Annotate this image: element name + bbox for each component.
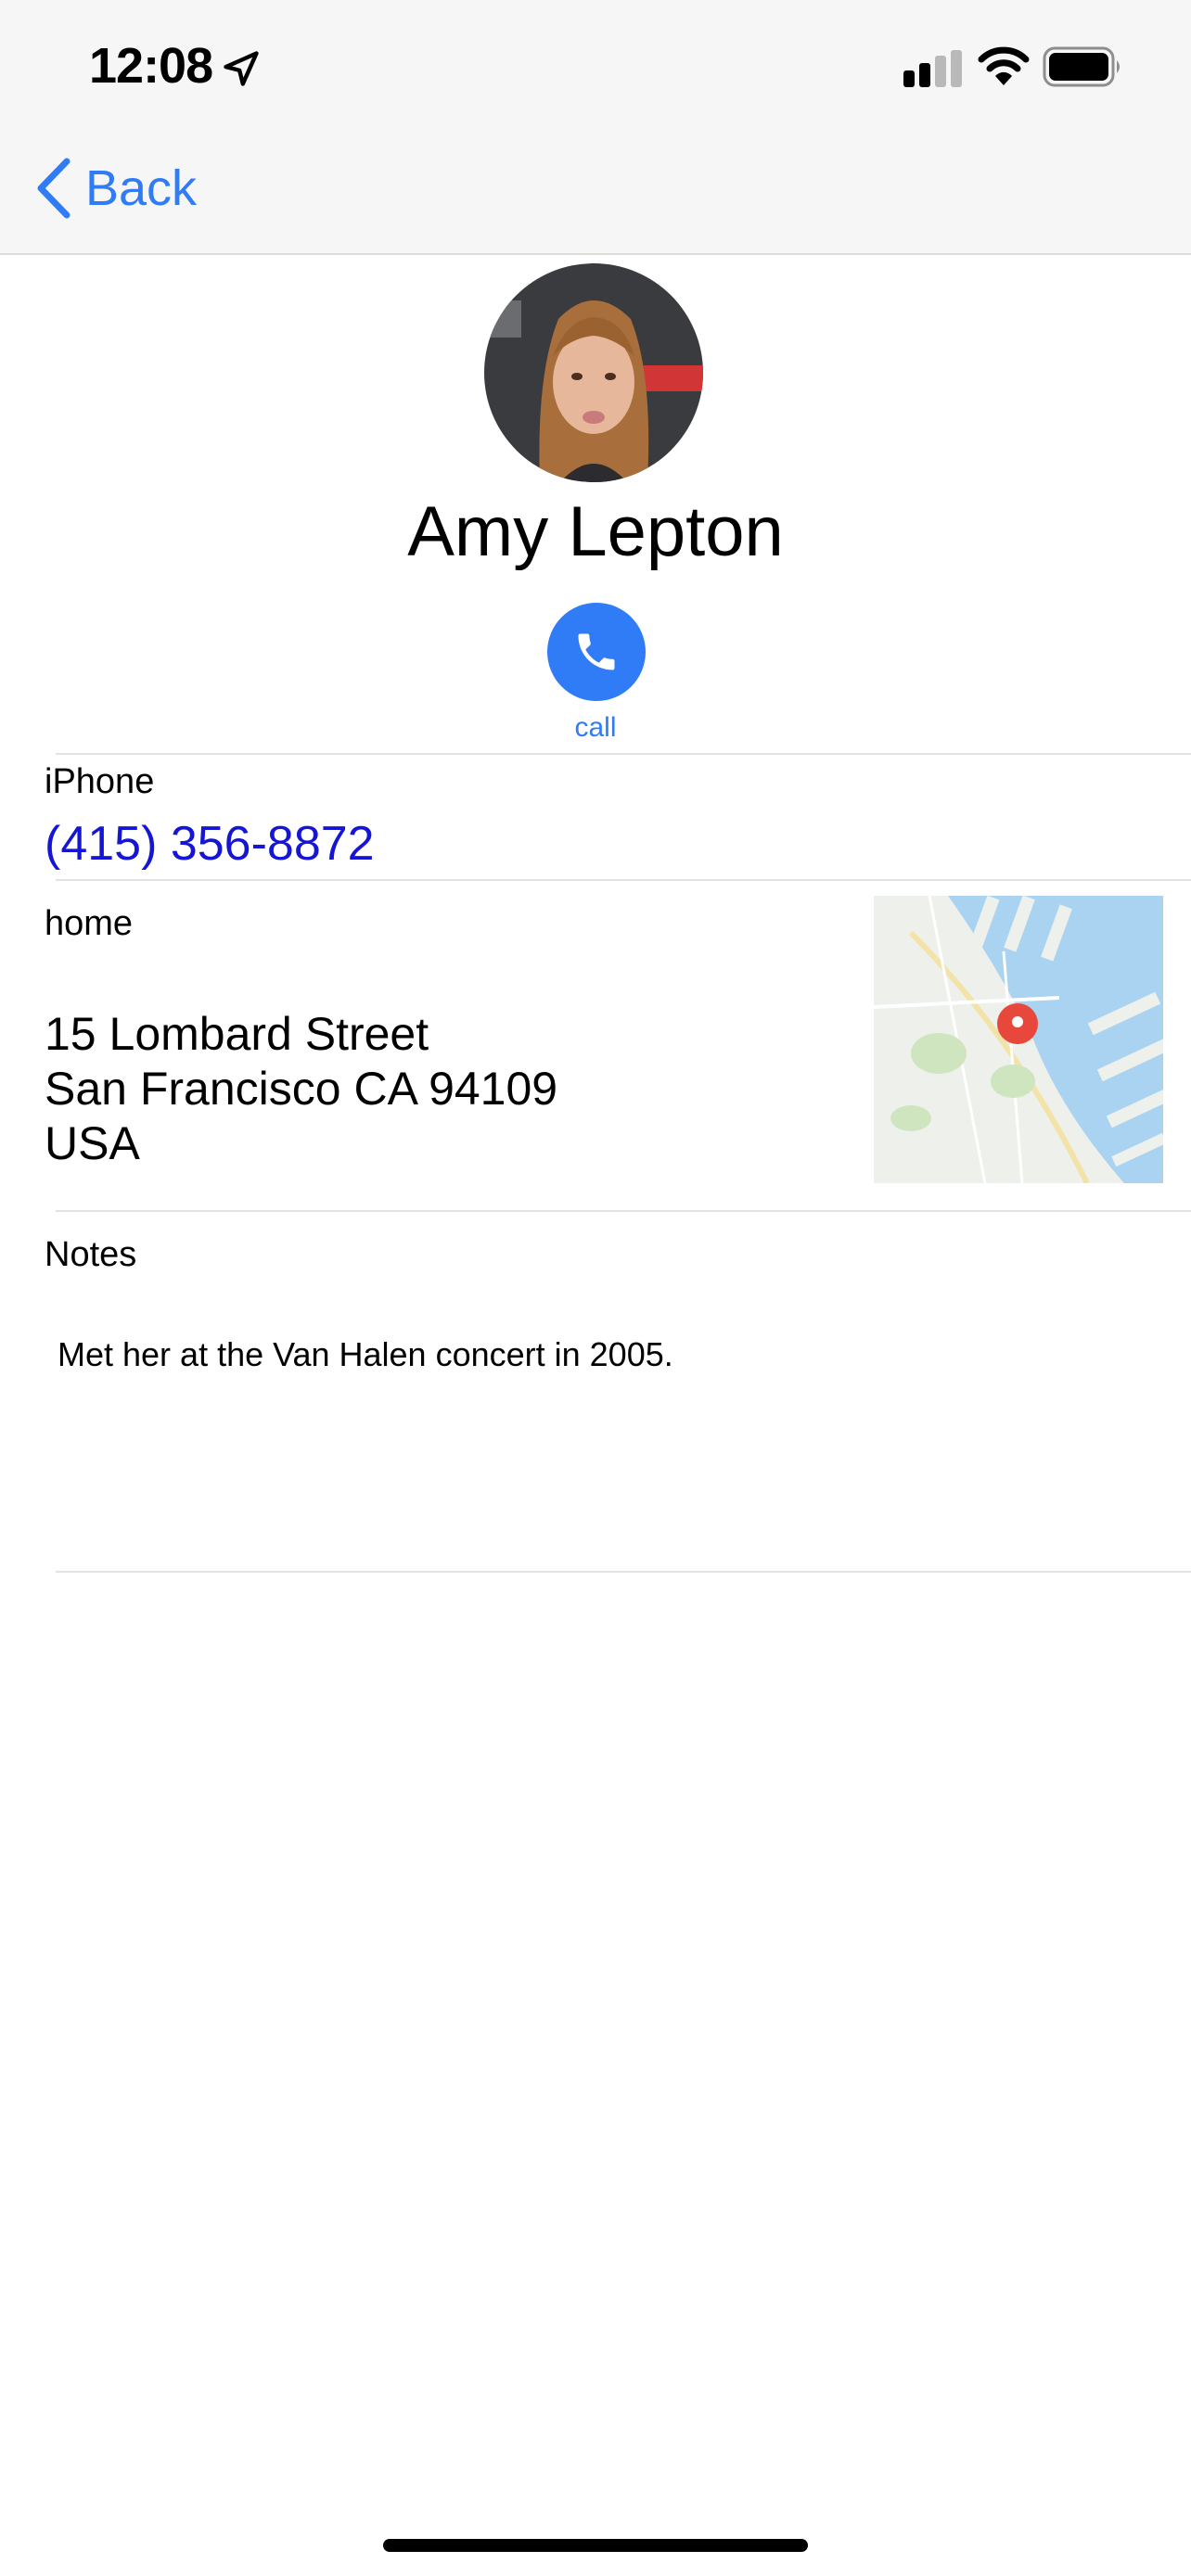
battery-icon bbox=[1043, 46, 1120, 87]
phone-type-label: iPhone bbox=[45, 762, 155, 801]
notes-text[interactable]: Met her at the Van Halen concert in 2005… bbox=[58, 1335, 673, 1374]
address-type-label: home bbox=[45, 904, 134, 943]
divider bbox=[56, 753, 1191, 755]
status-time: 12:08 bbox=[89, 38, 213, 94]
map-pin-icon bbox=[997, 1003, 1038, 1044]
call-label: call bbox=[574, 712, 617, 743]
divider bbox=[56, 1571, 1191, 1573]
wifi-icon bbox=[978, 46, 1030, 85]
phone-number-link[interactable]: (415) 356-8872 bbox=[45, 816, 375, 872]
address-line-street: 15 Lombard Street bbox=[45, 1008, 429, 1060]
divider bbox=[56, 1210, 1191, 1212]
navigation-bar: 12:08 Back bbox=[0, 0, 1191, 255]
address-block[interactable]: 15 Lombard Street San Francisco CA 94109… bbox=[45, 1007, 557, 1171]
cellular-signal-icon bbox=[903, 50, 962, 87]
avatar bbox=[484, 263, 703, 482]
call-button[interactable] bbox=[547, 603, 646, 701]
back-label: Back bbox=[85, 160, 198, 216]
divider bbox=[56, 879, 1191, 881]
address-line-city: San Francisco CA 94109 bbox=[45, 1063, 558, 1115]
chevron-left-icon bbox=[37, 158, 70, 219]
home-indicator[interactable] bbox=[383, 2539, 808, 2552]
map-thumbnail[interactable] bbox=[874, 896, 1163, 1183]
back-button[interactable]: Back bbox=[33, 156, 197, 221]
address-line-country: USA bbox=[45, 1117, 140, 1169]
location-arrow-icon bbox=[224, 51, 259, 86]
contact-name: Amy Lepton bbox=[407, 492, 784, 571]
phone-icon bbox=[578, 633, 615, 670]
notes-label: Notes bbox=[45, 1235, 137, 1274]
